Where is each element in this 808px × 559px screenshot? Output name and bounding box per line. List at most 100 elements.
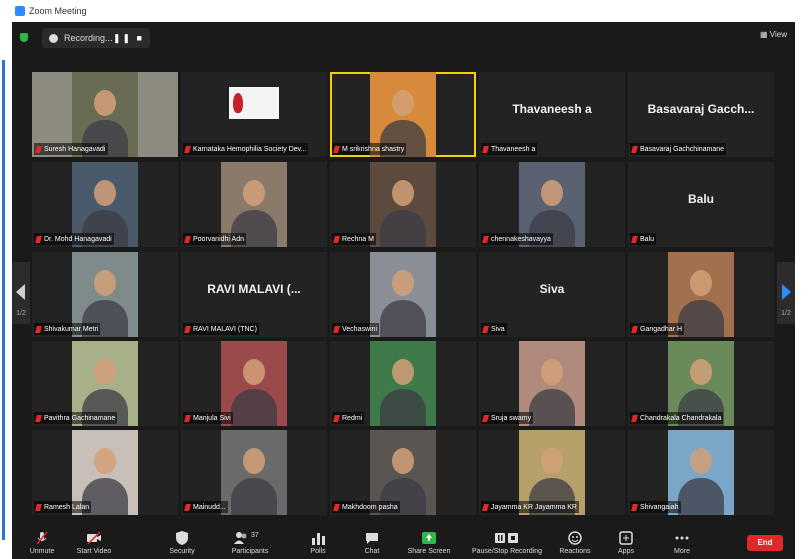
participant-tile[interactable]: Vechaswini bbox=[330, 252, 476, 337]
mic-muted-icon bbox=[631, 145, 638, 153]
participant-tile[interactable]: Thavaneesh a Thavaneesh a bbox=[479, 72, 625, 157]
participant-name: Dr. Mohd Hanagavadi bbox=[44, 235, 112, 243]
participant-tile[interactable]: RAVI MALAVI (... RAVI MALAVI (TNC) bbox=[181, 252, 327, 337]
video-off-icon bbox=[86, 530, 102, 546]
reactions-button[interactable]: Reactions bbox=[554, 530, 596, 555]
person-shoulders bbox=[380, 300, 426, 337]
view-button[interactable]: ▦ View bbox=[760, 30, 787, 39]
participant-name-label: Redmi bbox=[332, 412, 365, 424]
participant-tile[interactable]: Mainudd... bbox=[181, 430, 327, 515]
person-shoulders bbox=[231, 478, 277, 515]
participant-tile[interactable]: Shivakumar Metri bbox=[32, 252, 178, 337]
reactions-icon bbox=[567, 530, 583, 546]
participant-tile[interactable]: Chandrakala Chandrakala bbox=[628, 341, 774, 426]
participant-count: 37 bbox=[251, 532, 259, 539]
hemophilia-society-logo bbox=[233, 93, 243, 113]
participant-tile[interactable]: Makhdoom pasha bbox=[330, 430, 476, 515]
participant-tile[interactable]: Basavaraj Gacch... Basavaraj Gachchinaman… bbox=[628, 72, 774, 157]
participant-tile[interactable]: chennakeshavayya bbox=[479, 162, 625, 247]
participant-display-name: Basavaraj Gacch... bbox=[647, 102, 755, 116]
participant-tile[interactable]: Sruja swamy bbox=[479, 341, 625, 426]
shield-icon[interactable] bbox=[20, 33, 28, 42]
share-screen-button[interactable]: Share Screen bbox=[402, 530, 456, 555]
zoom-window: Zoom Meeting Recording... ❚❚ ■ ▦ View 1/… bbox=[12, 0, 795, 559]
more-button[interactable]: More bbox=[668, 530, 696, 555]
person-silhouette bbox=[94, 270, 116, 296]
background-strip bbox=[0, 0, 12, 559]
participant-video bbox=[221, 430, 287, 515]
person-silhouette bbox=[392, 448, 414, 474]
polls-label: Polls bbox=[310, 548, 326, 555]
participant-tile[interactable]: Karnataka Hemophilia Society Dev... bbox=[181, 72, 327, 157]
participant-name-label: Rechna M bbox=[332, 233, 376, 245]
person-shoulders bbox=[231, 389, 277, 426]
person-shoulders bbox=[678, 300, 724, 337]
more-icon bbox=[674, 530, 690, 546]
participant-tile[interactable]: Shivangaiah bbox=[628, 430, 774, 515]
participant-tile[interactable]: Poorvanidhi Adn bbox=[181, 162, 327, 247]
mic-muted-icon bbox=[35, 325, 42, 333]
participants-button[interactable]: 37 Participants bbox=[224, 530, 276, 555]
security-button[interactable]: Security bbox=[162, 530, 202, 555]
pause-stop-recording-button[interactable]: Pause/Stop Recording bbox=[466, 530, 548, 555]
participant-name-label: Manjula Sivi bbox=[183, 412, 233, 424]
participant-tile[interactable]: Dr. Mohd Hanagavadi bbox=[32, 162, 178, 247]
mic-muted-icon bbox=[333, 145, 340, 153]
participant-name-label: Gangadhar H bbox=[630, 323, 685, 335]
participants-label: Participants bbox=[231, 548, 269, 555]
mic-muted-icon bbox=[482, 145, 489, 153]
start-video-button[interactable]: Start Video bbox=[70, 530, 118, 555]
participant-name-label: Suresh Hanagavadi bbox=[34, 143, 108, 155]
mic-muted-icon bbox=[333, 235, 340, 243]
participant-tile[interactable]: Redmi bbox=[330, 341, 476, 426]
person-silhouette bbox=[243, 180, 265, 206]
participant-tile[interactable]: Balu Balu bbox=[628, 162, 774, 247]
participant-name: Vechaswini bbox=[342, 325, 378, 333]
participant-tile[interactable]: Rechna M bbox=[330, 162, 476, 247]
participant-name: chennakeshavayya bbox=[491, 235, 551, 243]
page-indicator-right: 1/2 bbox=[781, 310, 791, 317]
title-bar: Zoom Meeting bbox=[12, 0, 795, 22]
participant-name-label: Ramesh Lalan bbox=[34, 501, 92, 513]
participant-video bbox=[370, 341, 436, 426]
meeting-top-bar: Recording... ❚❚ ■ ▦ View bbox=[12, 22, 795, 54]
participant-name-label: Shivakumar Metri bbox=[34, 323, 101, 335]
person-silhouette bbox=[690, 270, 712, 296]
person-silhouette bbox=[243, 448, 265, 474]
participant-tile[interactable]: Ramesh Lalan bbox=[32, 430, 178, 515]
participant-tile[interactable]: Suresh Hanagavadi bbox=[32, 72, 178, 157]
person-silhouette bbox=[94, 359, 116, 385]
person-silhouette bbox=[541, 180, 563, 206]
participant-tile[interactable]: Siva Siva bbox=[479, 252, 625, 337]
participant-tile[interactable]: Manjula Sivi bbox=[181, 341, 327, 426]
person-silhouette bbox=[392, 180, 414, 206]
next-page-button[interactable]: 1/2 bbox=[777, 262, 795, 324]
participant-tile[interactable]: Gangadhar H bbox=[628, 252, 774, 337]
recording-controls[interactable]: ❚❚ ■ bbox=[113, 33, 144, 44]
participant-tile[interactable]: Pavithra Gachinamane bbox=[32, 341, 178, 426]
participant-name: Rechna M bbox=[342, 235, 374, 243]
prev-page-button[interactable]: 1/2 bbox=[12, 262, 30, 324]
person-silhouette bbox=[690, 359, 712, 385]
participant-name-label: Makhdoom pasha bbox=[332, 501, 400, 513]
unmute-button[interactable]: Unmute bbox=[20, 530, 64, 555]
person-silhouette bbox=[392, 90, 414, 116]
recording-button-label: Pause/Stop Recording bbox=[471, 548, 543, 555]
apps-icon bbox=[618, 530, 634, 546]
participant-tile[interactable]: M srikrishna shastry bbox=[330, 72, 476, 157]
chevron-right-icon bbox=[782, 284, 791, 300]
end-meeting-button[interactable]: End bbox=[747, 535, 783, 551]
recording-label: Recording... bbox=[64, 33, 113, 43]
page-indicator-left: 1/2 bbox=[16, 310, 26, 317]
unmute-label: Unmute bbox=[29, 548, 55, 555]
mic-muted-icon bbox=[34, 530, 50, 546]
mic-muted-icon bbox=[35, 145, 42, 153]
polls-button[interactable]: Polls bbox=[304, 530, 332, 555]
participant-name: Jayamma KR Jayamma KR bbox=[491, 503, 577, 511]
participant-name-label: Sruja swamy bbox=[481, 412, 534, 424]
participant-tile[interactable]: Jayamma KR Jayamma KR bbox=[479, 430, 625, 515]
chat-button[interactable]: Chat bbox=[358, 530, 386, 555]
participant-name-label: chennakeshavayya bbox=[481, 233, 553, 245]
participant-name: Pavithra Gachinamane bbox=[44, 414, 116, 422]
apps-button[interactable]: Apps bbox=[612, 530, 640, 555]
